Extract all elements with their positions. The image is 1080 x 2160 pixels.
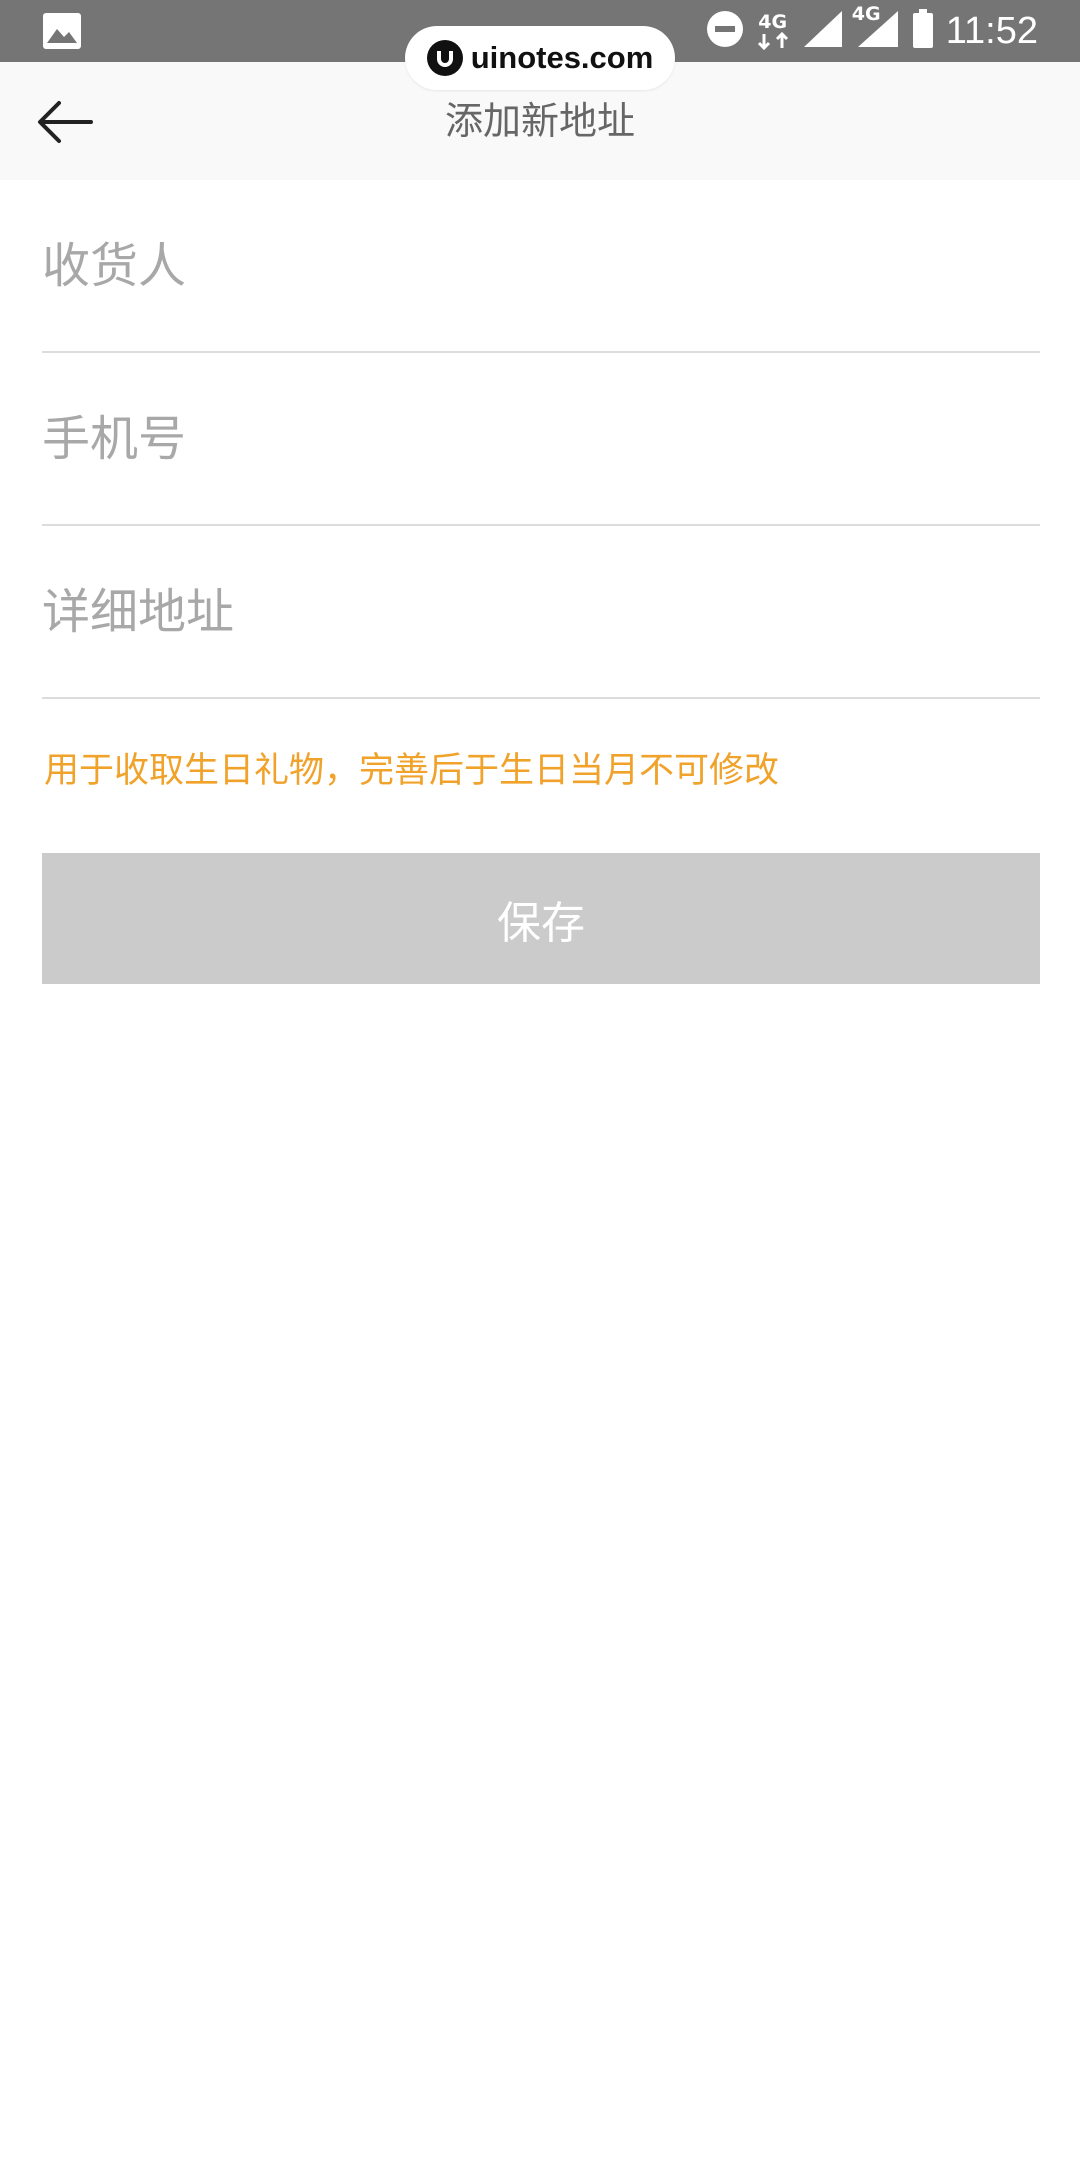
watermark-logo-icon — [426, 40, 463, 76]
birthday-notice: 用于收取生日礼物，完善后于生日当月不可修改 — [44, 751, 780, 791]
battery-icon — [912, 9, 934, 53]
address-input[interactable] — [42, 526, 1040, 697]
phone-input[interactable] — [42, 353, 1040, 524]
watermark-text: uinotes.com — [470, 40, 654, 75]
network-label-2: 4G — [851, 3, 881, 25]
back-arrow-icon — [38, 101, 93, 143]
network-label: 4G — [758, 10, 788, 33]
signal-icon-2: 4G — [852, 5, 900, 53]
recipient-input[interactable] — [42, 180, 1040, 351]
signal-icon — [802, 9, 844, 53]
save-button[interactable]: 保存 — [42, 853, 1040, 984]
recipient-field — [42, 180, 1040, 353]
status-icons: 4G 4G 11:52 — [706, 0, 1038, 62]
clock: 11:52 — [945, 9, 1038, 52]
address-field — [42, 526, 1040, 699]
phone-field — [42, 353, 1040, 526]
watermark: uinotes.com — [405, 26, 675, 90]
image-icon — [42, 12, 82, 50]
data-arrows-icon: 4G — [756, 10, 790, 50]
dnd-icon — [706, 10, 744, 52]
back-button[interactable] — [30, 92, 100, 152]
